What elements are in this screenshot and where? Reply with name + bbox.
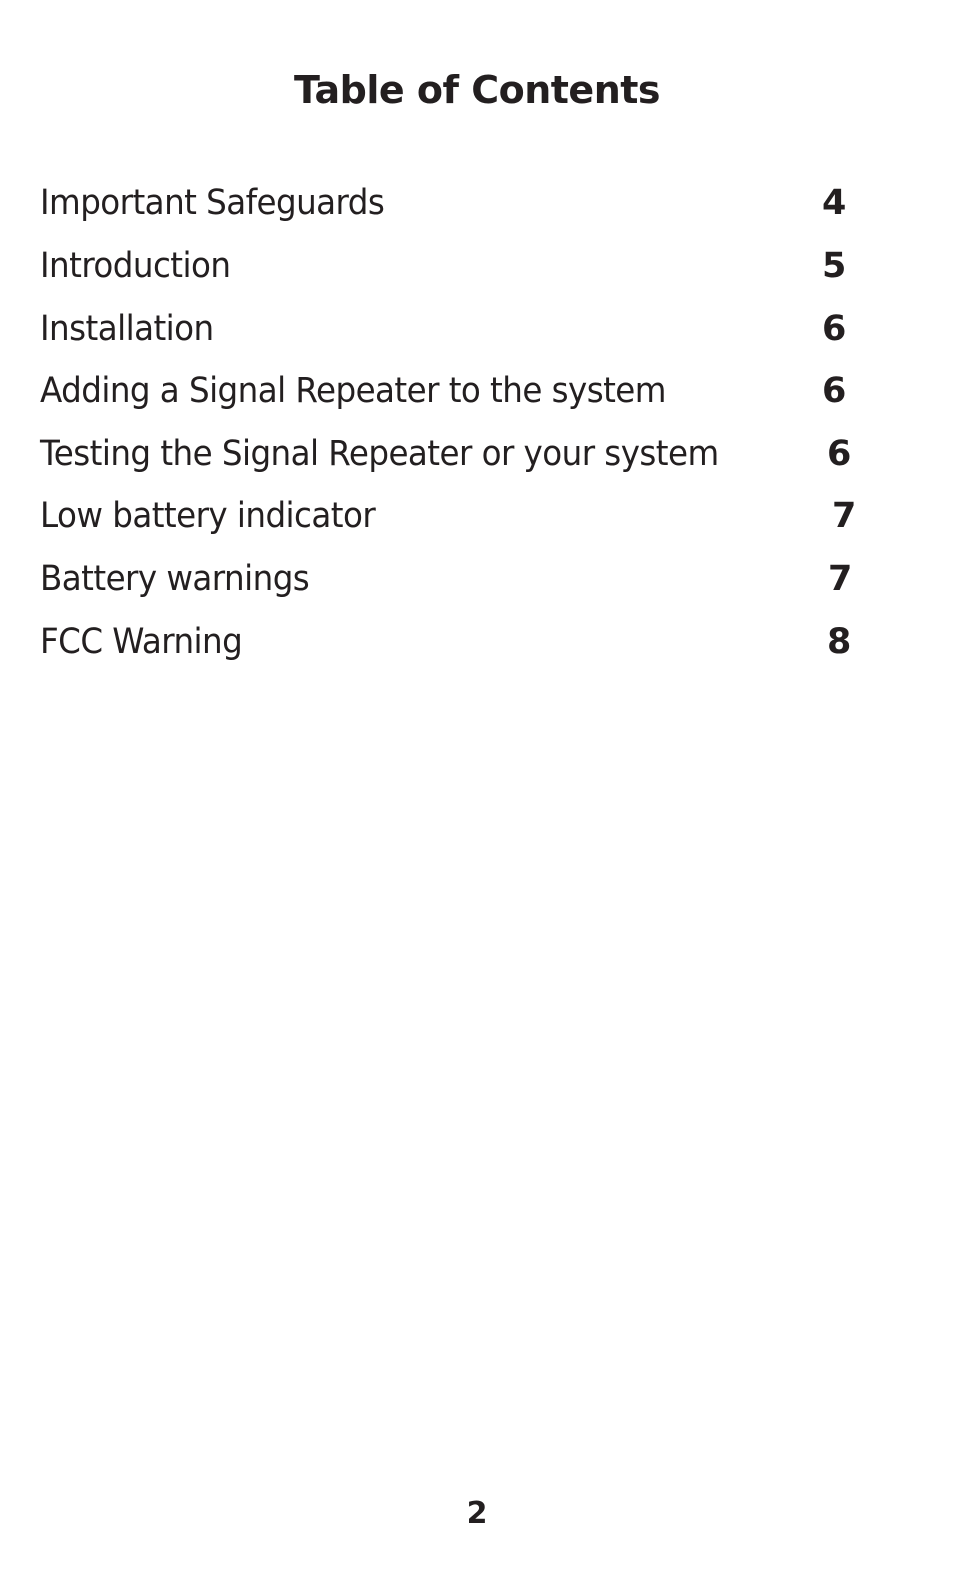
toc-entry-low-battery-indicator[interactable]: Low battery indicator 7 [40,491,900,541]
toc-entry-label[interactable]: Testing the Signal Repeater or your syst… [40,429,719,479]
toc-entry-label[interactable]: Low battery indicator [40,491,376,541]
toc-entry-label[interactable]: Important Safeguards [40,178,385,228]
toc-entry-label[interactable]: FCC Warning [40,617,243,667]
toc-entry-page[interactable]: 7 [828,554,852,604]
page-number: 2 [466,1496,488,1531]
toc-entry-page[interactable]: 6 [827,429,851,479]
toc-entry-battery-warnings[interactable]: Battery warnings 7 [40,554,900,604]
toc-entry-page[interactable]: 5 [822,241,846,291]
page-title: Table of Contents [293,68,661,112]
toc-entry-important-safeguards[interactable]: Important Safeguards 4 [40,178,900,228]
toc-entry-page[interactable]: 6 [822,304,846,354]
toc-entry-adding-signal-repeater[interactable]: Adding a Signal Repeater to the system 6 [40,366,900,416]
toc-entry-label[interactable]: Adding a Signal Repeater to the system [40,366,666,416]
toc-entry-installation[interactable]: Installation 6 [40,304,900,354]
toc-entry-page[interactable]: 6 [822,366,846,416]
toc-entry-testing-signal-repeater[interactable]: Testing the Signal Repeater or your syst… [40,429,900,479]
toc-entry-label[interactable]: Battery warnings [40,554,310,604]
toc-entry-label[interactable]: Installation [40,304,214,354]
toc-entry-label[interactable]: Introduction [40,241,231,291]
toc-entry-page[interactable]: 4 [822,178,846,228]
toc-entry-page[interactable]: 8 [827,617,851,667]
toc-entry-fcc-warning[interactable]: FCC Warning 8 [40,617,900,667]
toc-entry-page[interactable]: 7 [832,491,856,541]
toc-entry-introduction[interactable]: Introduction 5 [40,241,900,291]
